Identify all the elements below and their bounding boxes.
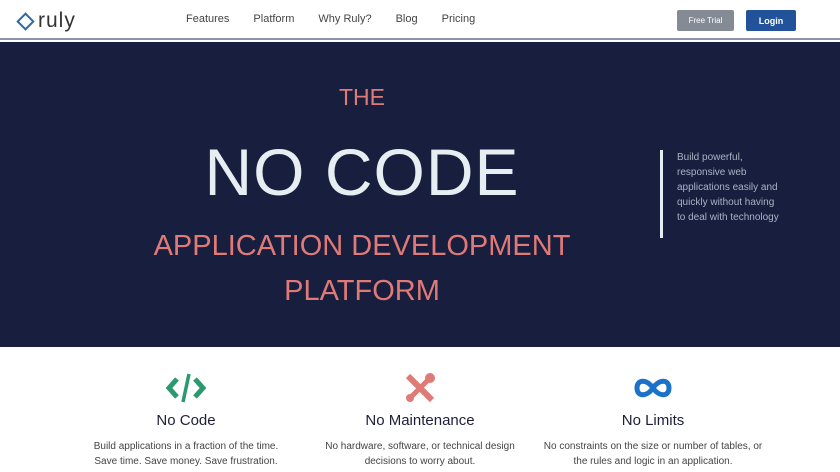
hero-section: THE NO CODE APPLICATION DEVELOPMENT PLATF… (0, 42, 840, 347)
feature-no-code: No Code Build applications in a fraction… (66, 370, 306, 469)
code-icon (66, 370, 306, 406)
infinity-icon (533, 370, 773, 406)
hero-side-text: Build powerful, responsive web applicati… (660, 150, 780, 238)
diamond-icon (16, 11, 35, 31)
nav-platform[interactable]: Platform (253, 13, 294, 25)
hero-sub-line1: APPLICATION DEVELOPMENT (153, 230, 571, 262)
top-nav: ruly Features Platform Why Ruly? Blog Pr… (0, 0, 840, 40)
feature-title: No Maintenance (365, 412, 475, 429)
hero-the: THE (339, 84, 385, 110)
nav-why-ruly[interactable]: Why Ruly? (318, 13, 371, 25)
hero-headline: NO CODE (204, 135, 520, 209)
nav-links: Features Platform Why Ruly? Blog Pricing (186, 13, 499, 25)
hero-sub-line2: PLATFORM (284, 275, 440, 307)
feature-desc: No hardware, software, or technical desi… (325, 441, 515, 467)
brand-name: ruly (38, 9, 76, 32)
feature-desc: Build applications in a fraction of the … (93, 441, 279, 467)
tools-icon (300, 370, 540, 406)
feature-no-maintenance: No Maintenance No hardware, software, or… (300, 370, 540, 469)
login-button[interactable]: Login (746, 10, 796, 31)
nav-pricing[interactable]: Pricing (442, 13, 476, 25)
free-trial-button[interactable]: Free Trial (677, 10, 734, 31)
feature-no-limits: No Limits No constraints on the size or … (533, 370, 773, 469)
nav-features[interactable]: Features (186, 13, 229, 25)
feature-title: No Code (156, 412, 216, 429)
feature-desc: No constraints on the size or number of … (543, 441, 763, 467)
logo[interactable]: ruly (16, 9, 76, 33)
nav-blog[interactable]: Blog (396, 13, 418, 25)
feature-title: No Limits (621, 412, 685, 429)
hero-subtitle: APPLICATION DEVELOPMENT PLATFORM (0, 224, 724, 314)
